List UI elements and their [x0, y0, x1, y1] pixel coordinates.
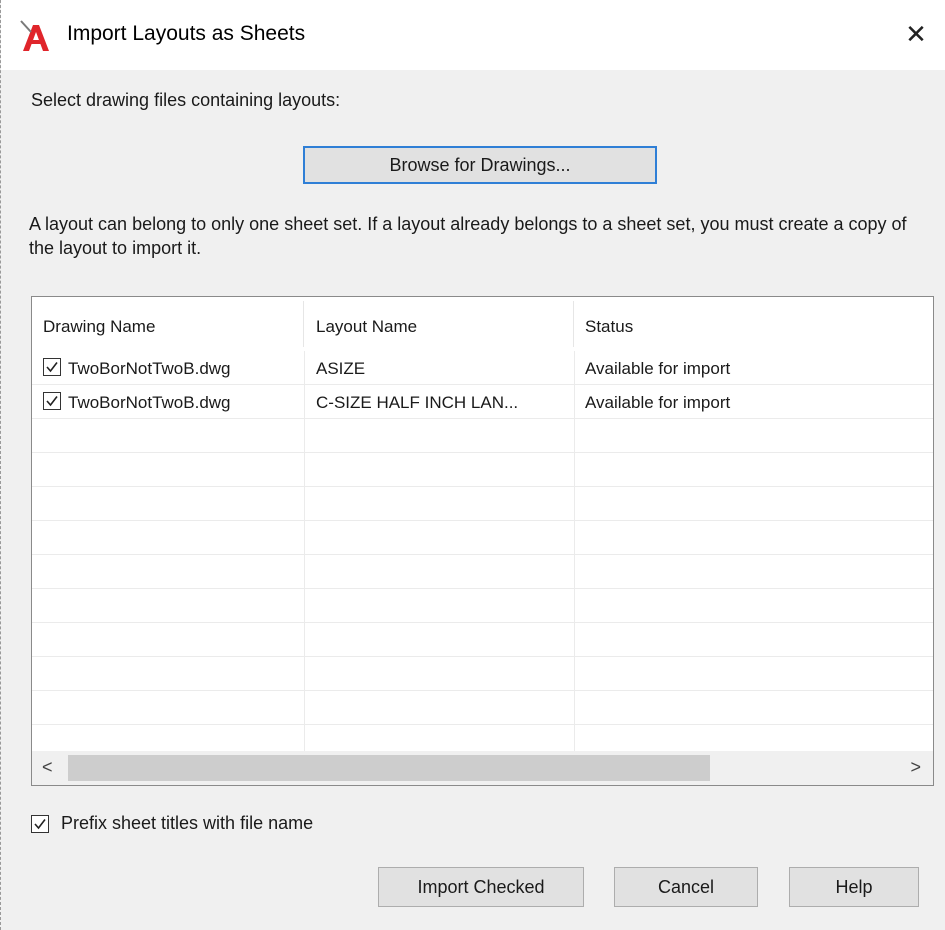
table-row[interactable]: TwoBorNotTwoB.dwg C-SIZE HALF INCH LAN..… [32, 385, 933, 419]
window-title: Import Layouts as Sheets [67, 22, 306, 45]
close-icon: ✕ [905, 18, 927, 49]
import-layouts-dialog: Import Layouts as Sheets ✕ Select drawin… [0, 0, 945, 930]
layout-name-cell: C-SIZE HALF INCH LAN... [316, 393, 519, 412]
column-divider [303, 301, 304, 347]
layouts-list[interactable]: Drawing Name Layout Name Status TwoBorNo… [31, 296, 934, 786]
drawing-name-cell: TwoBorNotTwoB.dwg [68, 359, 231, 378]
empty-row [32, 589, 933, 623]
empty-row [32, 657, 933, 691]
row-checkbox[interactable] [43, 392, 61, 410]
checkmark-icon [34, 819, 46, 830]
column-header-drawing-name[interactable]: Drawing Name [43, 317, 155, 337]
browse-for-drawings-button[interactable]: Browse for Drawings... [303, 146, 657, 184]
drawing-name-cell: TwoBorNotTwoB.dwg [68, 393, 231, 412]
checkmark-icon [46, 362, 58, 373]
sheet-set-note: A layout can belong to only one sheet se… [29, 214, 907, 258]
scrollbar-thumb[interactable] [68, 755, 710, 781]
list-header: Drawing Name Layout Name Status [32, 297, 933, 351]
column-divider [573, 301, 574, 347]
prefix-checkbox[interactable] [31, 815, 49, 833]
empty-row [32, 623, 933, 657]
checkmark-icon [46, 396, 58, 407]
title-bar: Import Layouts as Sheets ✕ [1, 0, 945, 70]
autocad-app-icon [19, 20, 53, 54]
column-header-layout-name[interactable]: Layout Name [316, 317, 417, 337]
cancel-button[interactable]: Cancel [614, 867, 758, 907]
horizontal-scrollbar[interactable]: < > [32, 751, 933, 785]
empty-row [32, 555, 933, 589]
empty-row [32, 521, 933, 555]
empty-row [32, 419, 933, 453]
empty-row [32, 487, 933, 521]
close-button[interactable]: ✕ [886, 10, 945, 58]
row-checkbox[interactable] [43, 358, 61, 376]
status-cell: Available for import [585, 393, 731, 412]
scroll-right-icon[interactable]: > [910, 757, 921, 778]
scroll-left-icon[interactable]: < [42, 757, 53, 778]
empty-row [32, 691, 933, 725]
instruction-label: Select drawing files containing layouts: [31, 90, 341, 110]
table-row[interactable]: TwoBorNotTwoB.dwg ASIZE Available for im… [32, 351, 933, 385]
column-header-status[interactable]: Status [585, 317, 633, 337]
help-button[interactable]: Help [789, 867, 919, 907]
empty-row [32, 453, 933, 487]
prefix-checkbox-label[interactable]: Prefix sheet titles with file name [61, 813, 313, 834]
import-checked-button[interactable]: Import Checked [378, 867, 584, 907]
layout-name-cell: ASIZE [316, 359, 366, 378]
status-cell: Available for import [585, 359, 731, 378]
